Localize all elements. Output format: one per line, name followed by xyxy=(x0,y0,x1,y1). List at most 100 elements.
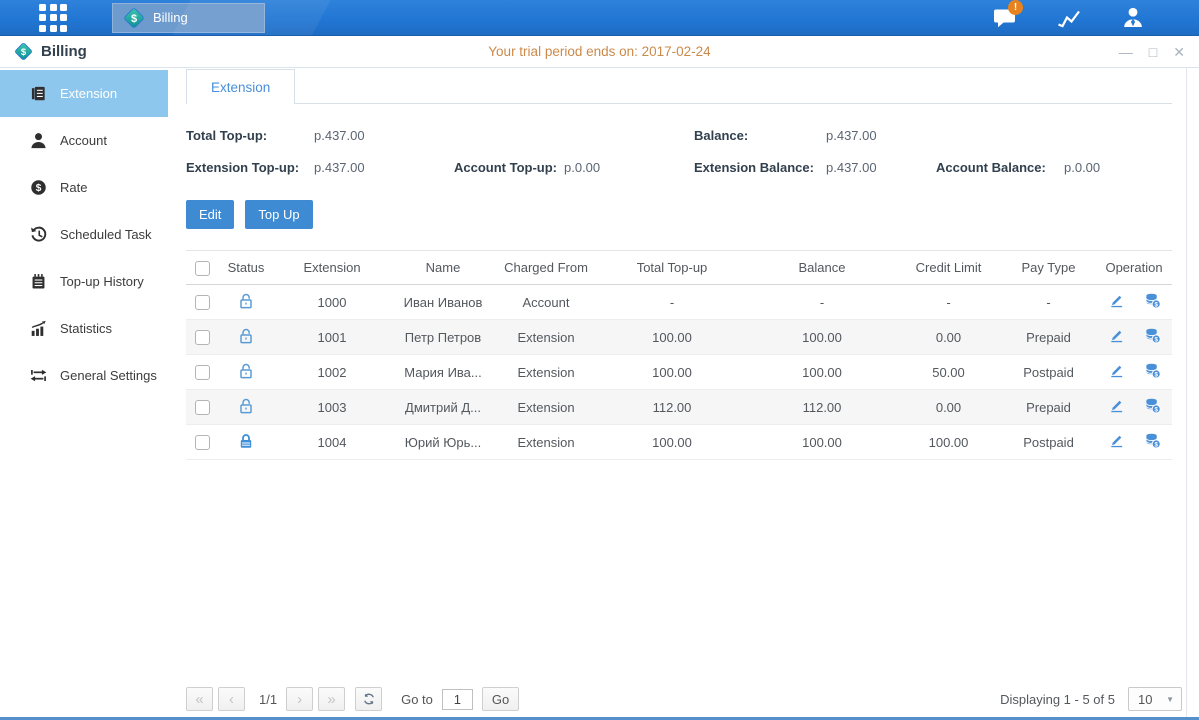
sidebar-item-topup-history[interactable]: Top-up History xyxy=(0,258,168,305)
window-title: Billing xyxy=(41,43,87,60)
cell-total-topup: 100.00 xyxy=(596,320,748,355)
resource-monitor-icon[interactable] xyxy=(1055,5,1083,31)
top-up-icon[interactable] xyxy=(1144,397,1161,414)
sidebar-item-extension[interactable]: Extension xyxy=(0,70,168,117)
col-name: Name xyxy=(390,251,496,285)
top-up-icon[interactable] xyxy=(1144,432,1161,449)
cell-name: Иван Иванов xyxy=(390,285,496,320)
col-status: Status xyxy=(218,251,274,285)
row-checkbox[interactable] xyxy=(195,295,210,310)
edit-icon[interactable] xyxy=(1108,362,1125,379)
edit-icon[interactable] xyxy=(1108,292,1125,309)
app-launcher-grid-icon[interactable] xyxy=(39,4,67,32)
cell-name: Юрий Юрь... xyxy=(390,425,496,460)
account-balance-value: p.0.00 xyxy=(1064,160,1172,175)
edit-icon[interactable] xyxy=(1108,327,1125,344)
edit-icon[interactable] xyxy=(1108,397,1125,414)
tab-extension[interactable]: Extension xyxy=(186,69,295,104)
top-up-icon[interactable] xyxy=(1144,327,1161,344)
sidebar-item-account[interactable]: Account xyxy=(0,117,168,164)
stats-icon xyxy=(30,320,47,337)
window-title-bar: Billing Your trial period ends on: 2017-… xyxy=(0,36,1199,68)
sidebar-item-general-settings[interactable]: General Settings xyxy=(0,352,168,399)
select-all-checkbox[interactable] xyxy=(195,261,210,276)
total-topup-label: Total Top-up: xyxy=(186,128,314,143)
sidebar-item-label: General Settings xyxy=(60,368,157,383)
locked-icon[interactable] xyxy=(237,432,255,450)
cell-balance: 100.00 xyxy=(748,355,896,390)
unlocked-icon[interactable] xyxy=(237,327,255,345)
row-checkbox[interactable] xyxy=(195,400,210,415)
sidebar: Extension Account Rate Scheduled Task To… xyxy=(0,68,168,720)
refresh-button[interactable] xyxy=(355,687,382,711)
cell-credit-limit: 100.00 xyxy=(896,425,1001,460)
cell-pay-type: - xyxy=(1001,285,1096,320)
prev-page-button[interactable]: ‹ xyxy=(218,687,245,711)
trial-notice: Your trial period ends on: 2017-02-24 xyxy=(0,44,1199,59)
dollar-circle-icon xyxy=(30,179,47,196)
sidebar-item-label: Scheduled Task xyxy=(60,227,152,242)
extension-topup-value: p.437.00 xyxy=(314,160,454,175)
displaying-text: Displaying 1 - 5 of 5 xyxy=(1000,692,1115,707)
tab-bar: Extension xyxy=(186,68,1172,104)
taskbar-tab-label: Billing xyxy=(153,10,188,25)
extension-balance-label: Extension Balance: xyxy=(694,160,826,175)
first-page-button[interactable]: « xyxy=(186,687,213,711)
last-page-button[interactable]: » xyxy=(318,687,345,711)
maximize-button[interactable]: □ xyxy=(1149,45,1157,59)
user-account-icon[interactable] xyxy=(1119,5,1147,31)
page-size-value: 10 xyxy=(1129,692,1152,707)
sidebar-item-label: Extension xyxy=(60,86,117,101)
balance-value: p.437.00 xyxy=(826,128,936,143)
edit-button[interactable]: Edit xyxy=(186,200,234,229)
cell-total-topup: 100.00 xyxy=(596,355,748,390)
cell-charged-from: Extension xyxy=(496,390,596,425)
row-checkbox[interactable] xyxy=(195,330,210,345)
sidebar-item-scheduled-task[interactable]: Scheduled Task xyxy=(0,211,168,258)
page-indicator: 1/1 xyxy=(259,692,277,707)
refresh-icon xyxy=(362,692,376,706)
col-total-topup: Total Top-up xyxy=(596,251,748,285)
cell-charged-from: Extension xyxy=(496,425,596,460)
cell-credit-limit: 0.00 xyxy=(896,390,1001,425)
unlocked-icon[interactable] xyxy=(237,292,255,310)
extension-balance-value: p.437.00 xyxy=(826,160,936,175)
billing-window-icon xyxy=(14,42,33,61)
next-page-button[interactable]: › xyxy=(286,687,313,711)
col-credit-limit: Credit Limit xyxy=(896,251,1001,285)
cell-balance: 100.00 xyxy=(748,320,896,355)
taskbar-tab-billing[interactable]: Billing xyxy=(112,3,265,33)
transfer-icon xyxy=(30,367,47,384)
account-topup-label: Account Top-up: xyxy=(454,160,564,175)
minimize-button[interactable]: — xyxy=(1119,45,1133,59)
unlocked-icon[interactable] xyxy=(237,362,255,380)
sidebar-item-label: Rate xyxy=(60,180,87,195)
billing-app-icon xyxy=(123,7,145,29)
notifications-icon[interactable]: ! xyxy=(991,5,1019,31)
sidebar-item-rate[interactable]: Rate xyxy=(0,164,168,211)
unlocked-icon[interactable] xyxy=(237,397,255,415)
sidebar-item-statistics[interactable]: Statistics xyxy=(0,305,168,352)
cell-name: Петр Петров xyxy=(390,320,496,355)
top-up-icon[interactable] xyxy=(1144,362,1161,379)
table-row: 1001 Петр Петров Extension 100.00 100.00… xyxy=(186,320,1172,355)
cell-total-topup: 100.00 xyxy=(596,425,748,460)
top-up-icon[interactable] xyxy=(1144,292,1161,309)
top-up-button[interactable]: Top Up xyxy=(245,200,312,229)
go-button[interactable]: Go xyxy=(482,687,519,711)
edit-icon[interactable] xyxy=(1108,432,1125,449)
journal-icon xyxy=(30,85,47,102)
row-checkbox[interactable] xyxy=(195,365,210,380)
close-button[interactable]: ✕ xyxy=(1173,45,1185,59)
cell-credit-limit: 0.00 xyxy=(896,320,1001,355)
row-checkbox[interactable] xyxy=(195,435,210,450)
cell-pay-type: Postpaid xyxy=(1001,425,1096,460)
goto-page-input[interactable] xyxy=(442,689,473,710)
pagination-bar: « ‹ 1/1 › » Go to Go Displaying 1 - 5 of… xyxy=(186,687,1182,711)
line-chart-icon xyxy=(1057,7,1081,29)
cell-balance: 112.00 xyxy=(748,390,896,425)
page-size-select[interactable]: 10 ▼ xyxy=(1128,687,1182,711)
table-header-row: Status Extension Name Charged From Total… xyxy=(186,251,1172,285)
cell-charged-from: Extension xyxy=(496,355,596,390)
top-bar: Billing ! xyxy=(0,0,1199,36)
